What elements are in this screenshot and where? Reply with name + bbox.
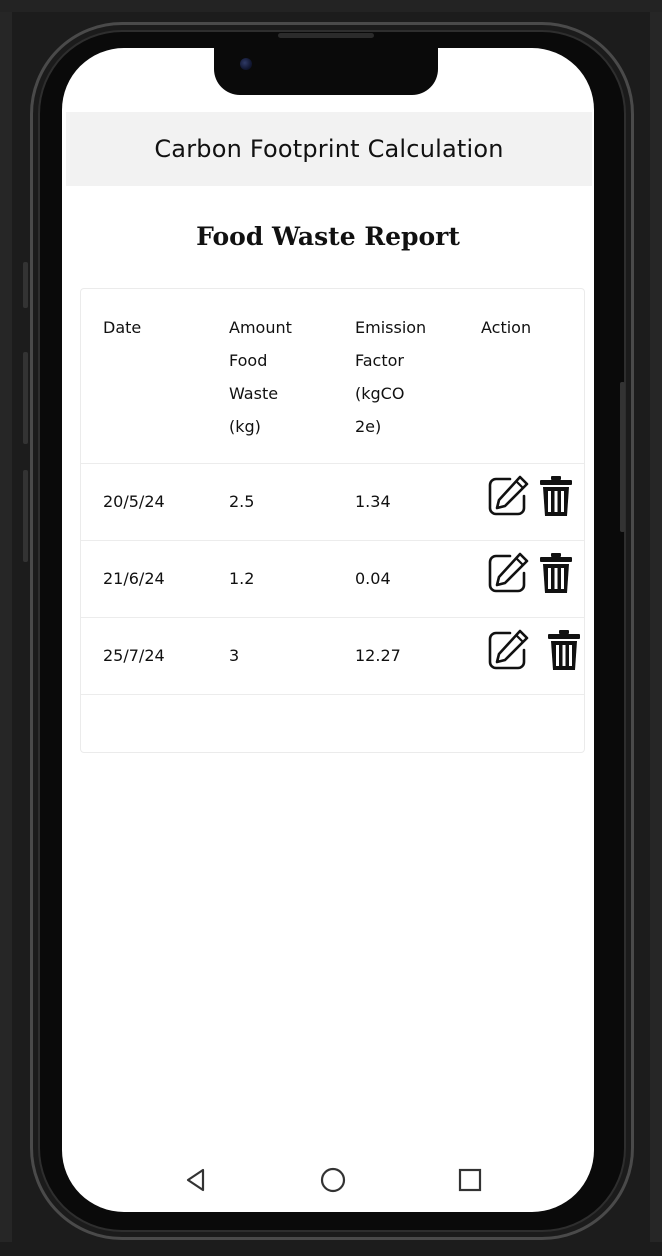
cell-date: 25/7/24 [103, 646, 165, 665]
cell-emission-factor: 12.27 [355, 646, 401, 665]
table-row: 25/7/24 3 12.27 [81, 618, 584, 695]
app-header: Carbon Footprint Calculation [66, 112, 592, 186]
table-header: Date Amount Food Waste (kg) Emission Fac… [81, 289, 584, 464]
app-title: Carbon Footprint Calculation [154, 135, 504, 163]
trash-icon [540, 553, 572, 593]
edit-icon [488, 475, 529, 516]
home-button[interactable] [313, 1160, 353, 1200]
edit-icon [488, 629, 529, 670]
cell-emission-factor: 0.04 [355, 569, 391, 588]
column-header-emission-factor: Emission Factor (kgCO 2e) [355, 318, 427, 436]
table-row: 20/5/24 2.5 1.34 [81, 464, 584, 541]
trash-icon [548, 630, 580, 670]
speaker-grille [278, 33, 374, 38]
column-header-date: Date [103, 318, 142, 337]
column-header-action: Action [481, 318, 532, 337]
home-circle-icon [320, 1167, 346, 1193]
table-row: 21/6/24 1.2 0.04 [81, 541, 584, 618]
power-button [620, 382, 625, 532]
volume-down-button [23, 470, 28, 562]
delete-button[interactable] [537, 474, 575, 518]
cell-amount: 1.2 [229, 569, 255, 588]
silent-switch [23, 262, 28, 308]
delete-button[interactable] [537, 551, 575, 595]
page-title: Food Waste Report [196, 222, 460, 251]
left-edge [0, 12, 12, 1242]
back-triangle-icon [186, 1168, 205, 1192]
top-strip [0, 0, 662, 12]
notch [214, 48, 438, 95]
trash-icon [540, 476, 572, 516]
edit-icon [488, 552, 529, 593]
screen: Carbon Footprint Calculation Food Waste … [62, 48, 594, 1212]
back-button[interactable] [176, 1160, 216, 1200]
camera-icon [240, 58, 252, 70]
report-table: Date Amount Food Waste (kg) Emission Fac… [80, 288, 585, 753]
edit-button[interactable] [486, 628, 530, 672]
system-nav-bar [62, 1160, 594, 1200]
cell-amount: 3 [229, 646, 240, 665]
cell-date: 20/5/24 [103, 492, 165, 511]
edit-button[interactable] [486, 551, 530, 595]
cell-amount: 2.5 [229, 492, 255, 511]
cell-date: 21/6/24 [103, 569, 165, 588]
right-edge [650, 12, 662, 1242]
column-header-amount: Amount Food Waste (kg) [229, 318, 292, 436]
edit-button[interactable] [486, 474, 530, 518]
volume-up-button [23, 352, 28, 444]
delete-button[interactable] [545, 628, 583, 672]
recents-button[interactable] [450, 1160, 490, 1200]
recents-square-icon [458, 1168, 482, 1192]
cell-emission-factor: 1.34 [355, 492, 391, 511]
